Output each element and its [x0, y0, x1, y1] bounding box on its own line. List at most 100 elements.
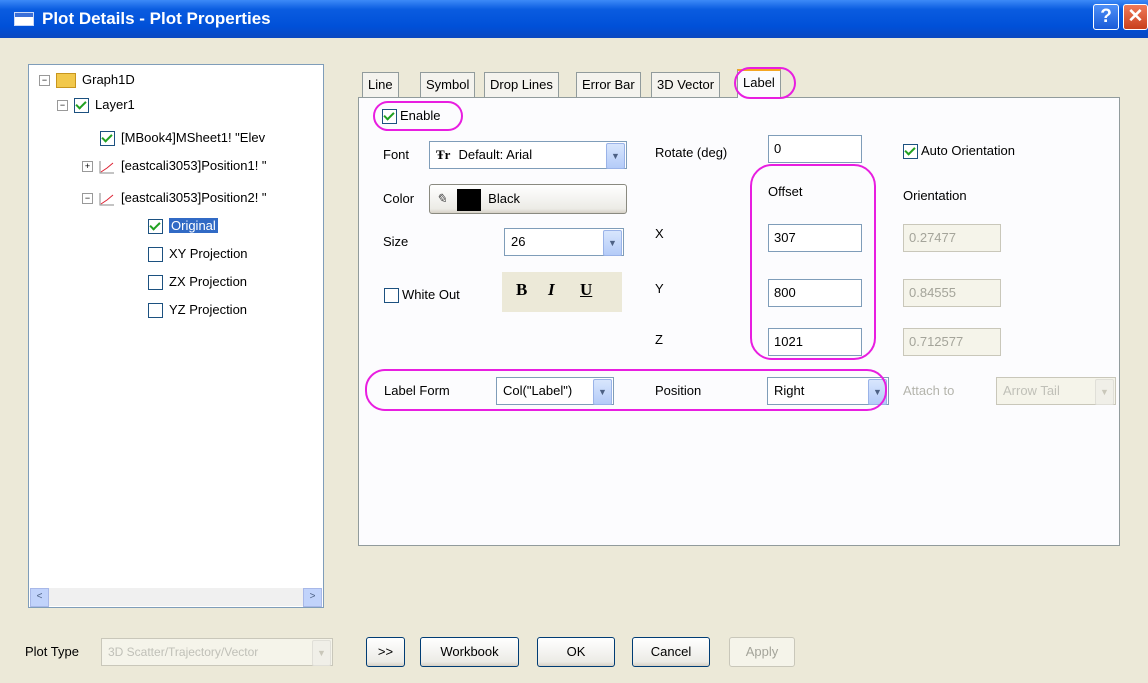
line-plot-icon [99, 160, 114, 174]
tab-label[interactable]: Label [737, 69, 781, 98]
enable-checkbox[interactable]: Enable [382, 106, 440, 126]
x-label: X [655, 226, 664, 241]
checkbox[interactable] [100, 131, 115, 147]
apply-button: Apply [729, 637, 795, 667]
collapse-icon[interactable]: − [39, 75, 50, 87]
label-form-label: Label Form [384, 383, 450, 398]
white-out-label: White Out [402, 287, 460, 302]
orientation-z-input: 0.712577 [903, 328, 1001, 356]
checkbox[interactable] [382, 109, 397, 125]
tree-label: [eastcali3053]Position1! " [121, 158, 267, 173]
orientation-x-input: 0.27477 [903, 224, 1001, 252]
checkbox[interactable] [148, 303, 163, 319]
horizontal-scrollbar[interactable]: < > [30, 588, 322, 607]
attach-to-value: Arrow Tail [1003, 383, 1060, 398]
line-plot-icon [99, 192, 114, 206]
checkbox[interactable] [903, 144, 918, 160]
scroll-right-icon[interactable]: > [303, 588, 322, 607]
cancel-button[interactable]: Cancel [632, 637, 710, 667]
tree-label: [eastcali3053]Position2! " [121, 190, 267, 205]
offset-x-input[interactable]: 307 [768, 224, 862, 252]
rotate-input[interactable]: 0 [768, 135, 862, 163]
label-form-value: Col("Label") [503, 383, 573, 398]
tree-label: XY Projection [169, 246, 248, 261]
size-value: 26 [511, 234, 526, 249]
orientation-y-input: 0.84555 [903, 279, 1001, 307]
z-label: Z [655, 332, 663, 347]
font-select[interactable]: Ŧr Default: Arial ▼ [429, 141, 627, 169]
orientation-header: Orientation [903, 188, 967, 203]
attach-to-label: Attach to [903, 383, 955, 398]
tree-item-layer[interactable]: − Layer1 [57, 94, 135, 116]
tree-item-xy-projection[interactable]: XY Projection [148, 243, 248, 265]
chevron-down-icon[interactable]: ▼ [606, 143, 625, 169]
window-title: Plot Details - Plot Properties [42, 9, 271, 28]
tree-label: YZ Projection [169, 302, 248, 317]
offset-z-input[interactable]: 1021 [768, 328, 862, 356]
chevron-down-icon[interactable]: ▼ [868, 379, 887, 405]
tree-item-position2[interactable]: − [eastcali3053]Position2! " [82, 187, 267, 209]
tab-drop-lines[interactable]: Drop Lines [484, 72, 559, 97]
more-button[interactable]: >> [366, 637, 405, 667]
ok-button[interactable]: OK [537, 637, 615, 667]
position-select[interactable]: Right ▼ [767, 377, 889, 405]
auto-orientation-label: Auto Orientation [921, 143, 1015, 158]
checkbox[interactable] [148, 275, 163, 291]
expand-icon[interactable]: + [82, 161, 93, 173]
plot-type-value: 3D Scatter/Trajectory/Vector [108, 645, 259, 659]
chevron-down-icon: ▼ [1095, 379, 1114, 405]
offset-y-input[interactable]: 800 [768, 279, 862, 307]
tree-item-zx-projection[interactable]: ZX Projection [148, 271, 247, 293]
checkbox[interactable] [148, 247, 163, 263]
collapse-icon[interactable]: − [57, 100, 68, 112]
rotate-label: Rotate (deg) [655, 145, 728, 160]
tree-item-mbook[interactable]: [MBook4]MSheet1! "Elev [100, 127, 265, 149]
italic-button[interactable]: I [548, 280, 555, 300]
scroll-left-icon[interactable]: < [30, 588, 49, 607]
checkbox[interactable] [148, 219, 163, 235]
font-label: Font [383, 147, 410, 162]
close-button[interactable]: ✕ [1123, 4, 1148, 30]
tree-label: ZX Projection [169, 274, 248, 289]
size-select[interactable]: 26 ▼ [504, 228, 624, 256]
chevron-down-icon[interactable]: ▼ [603, 230, 622, 256]
bold-button[interactable]: B [516, 280, 527, 300]
chevron-down-icon: ▼ [312, 640, 331, 666]
auto-orientation-checkbox[interactable]: Auto Orientation [903, 141, 1015, 161]
tab-3d-vector[interactable]: 3D Vector [651, 72, 721, 97]
underline-button[interactable]: U [580, 280, 592, 300]
y-label: Y [655, 281, 664, 296]
attach-to-select: Arrow Tail ▼ [996, 377, 1116, 405]
color-label: Color [383, 191, 415, 206]
pencil-icon: ✎ [436, 191, 447, 206]
tree-label: Layer1 [95, 97, 135, 112]
help-button[interactable]: ? [1093, 4, 1119, 30]
plot-type-label: Plot Type [25, 644, 79, 659]
tree-label: [MBook4]MSheet1! "Elev [121, 130, 266, 145]
color-button[interactable]: ✎ Black [429, 184, 627, 214]
plot-tree[interactable]: − Graph1D − Layer1 [MBook4]MSheet1! "Elev … [28, 64, 324, 608]
tree-item-position1[interactable]: + [eastcali3053]Position1! " [82, 155, 267, 177]
font-value: Default: Arial [458, 147, 533, 162]
label-form-select[interactable]: Col("Label") ▼ [496, 377, 614, 405]
white-out-checkbox[interactable]: White Out [384, 285, 460, 305]
plot-type-select: 3D Scatter/Trajectory/Vector ▼ [101, 638, 333, 666]
tree-label: Graph1D [82, 72, 135, 87]
tree-label: Original [169, 218, 218, 233]
tree-item-original[interactable]: Original [148, 215, 218, 237]
folder-icon [56, 73, 76, 89]
tab-symbol[interactable]: Symbol [420, 72, 476, 97]
collapse-icon[interactable]: − [82, 193, 93, 205]
position-value: Right [774, 383, 805, 398]
tree-item-yz-projection[interactable]: YZ Projection [148, 299, 247, 321]
checkbox[interactable] [384, 288, 399, 304]
tab-error-bar[interactable]: Error Bar [576, 72, 641, 97]
workbook-button[interactable]: Workbook [420, 637, 519, 667]
tree-item-graph[interactable]: − Graph1D [39, 69, 135, 91]
checkbox[interactable] [74, 98, 89, 114]
tab-line[interactable]: Line [362, 72, 399, 97]
offset-header: Offset [768, 184, 803, 199]
chevron-down-icon[interactable]: ▼ [593, 379, 612, 405]
color-value: Black [488, 191, 520, 206]
color-swatch [456, 188, 481, 211]
